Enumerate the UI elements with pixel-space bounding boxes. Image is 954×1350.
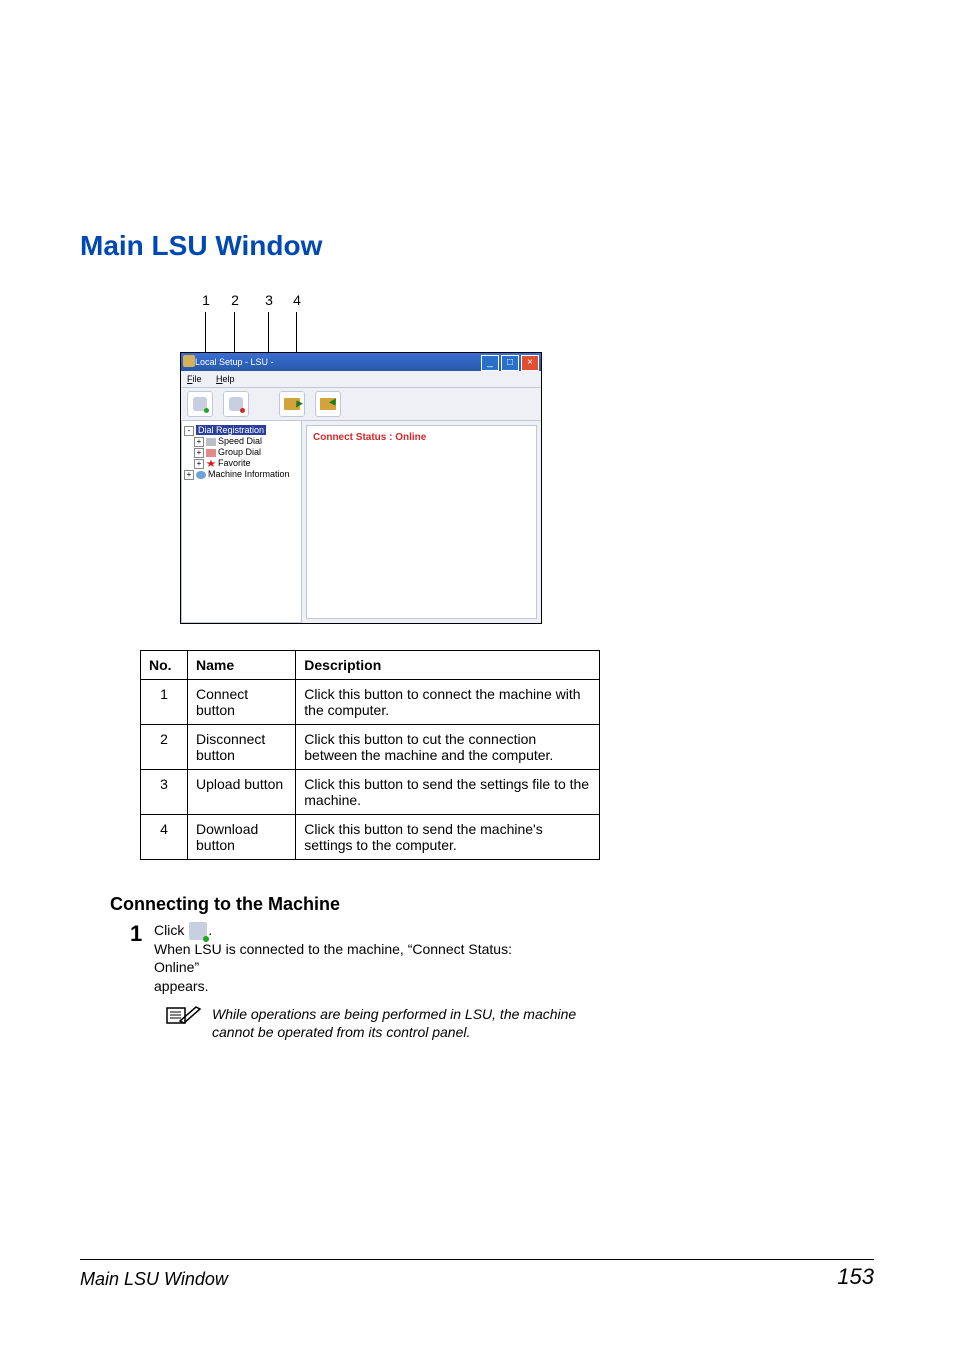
disconnect-button[interactable] (223, 391, 249, 417)
tree-pane: -Dial Registration + Speed Dial + Group Di… (181, 421, 302, 623)
download-button[interactable] (315, 391, 341, 417)
cell-name: Disconnect button (188, 725, 296, 770)
page-footer: Main LSU Window 153 (80, 1259, 874, 1290)
connect-icon (189, 922, 207, 940)
cell-name: Download button (188, 815, 296, 860)
tree-item-favorite[interactable]: Favorite (218, 458, 251, 468)
step-text-pre: Click (154, 922, 188, 938)
close-button[interactable]: × (521, 355, 539, 371)
maximize-button[interactable]: □ (501, 355, 519, 371)
callout-3: 3 (264, 292, 274, 308)
figure: 1 2 3 4 Local Setup - LSU - _ □ × File H… (180, 292, 874, 624)
step-number: 1 (130, 921, 154, 995)
callout-4: 4 (292, 292, 302, 308)
col-header-desc: Description (296, 651, 600, 680)
footer-page-number: 153 (837, 1264, 874, 1290)
upload-button[interactable] (279, 391, 305, 417)
col-header-name: Name (188, 651, 296, 680)
step-text-line2b: appears. (154, 978, 208, 994)
tree-expand-icon[interactable]: + (184, 470, 194, 480)
col-header-no: No. (141, 651, 188, 680)
toolbar (181, 388, 541, 421)
tree-expand-icon[interactable]: + (194, 459, 204, 469)
callout-1: 1 (201, 292, 211, 308)
speed-dial-icon (206, 438, 216, 446)
cell-desc: Click this button to send the machine's … (296, 815, 600, 860)
cell-no: 3 (141, 770, 188, 815)
cell-name: Upload button (188, 770, 296, 815)
menu-help[interactable]: Help (210, 371, 241, 387)
note-text: While operations are being performed in … (212, 1005, 586, 1041)
footer-title: Main LSU Window (80, 1269, 228, 1290)
tree-item-speed-dial[interactable]: Speed Dial (218, 436, 262, 446)
cell-no: 2 (141, 725, 188, 770)
minimize-button[interactable]: _ (481, 355, 499, 371)
step-text-line2a: When LSU is connected to the machine, “C… (154, 941, 512, 975)
app-icon (183, 355, 195, 367)
callout-indicators: 1 2 3 4 (188, 292, 548, 352)
tree-item-machine-info[interactable]: Machine Information (208, 469, 290, 479)
menubar: File Help (181, 371, 541, 388)
step-text-post: . (208, 922, 212, 938)
cell-name: Connect button (188, 680, 296, 725)
step-1: 1 Click . When LSU is connected to the m… (130, 921, 874, 995)
section-heading: Main LSU Window (80, 230, 874, 262)
table-row: 3 Upload button Click this button to sen… (141, 770, 600, 815)
tree-root-dial-registration[interactable]: Dial Registration (196, 425, 266, 435)
table-row: 4 Download button Click this button to s… (141, 815, 600, 860)
connect-status-label: Connect Status : Online (313, 432, 530, 443)
callout-2: 2 (230, 292, 240, 308)
cell-desc: Click this button to cut the connection … (296, 725, 600, 770)
description-table: No. Name Description 1 Connect button Cl… (140, 650, 600, 860)
content-pane: Connect Status : Online (306, 425, 537, 619)
note: While operations are being performed in … (166, 1005, 586, 1041)
subsection-heading: Connecting to the Machine (110, 894, 874, 915)
cell-no: 4 (141, 815, 188, 860)
menu-file[interactable]: File (181, 371, 208, 387)
connect-button[interactable] (187, 391, 213, 417)
app-screenshot: Local Setup - LSU - _ □ × File Help -Dia… (180, 352, 542, 624)
cell-desc: Click this button to send the settings f… (296, 770, 600, 815)
group-dial-icon (206, 449, 216, 457)
table-row: 1 Connect button Click this button to co… (141, 680, 600, 725)
favorite-icon (206, 460, 216, 468)
window-title: Local Setup - LSU - (195, 357, 274, 367)
tree-item-group-dial[interactable]: Group Dial (218, 447, 261, 457)
window-titlebar: Local Setup - LSU - _ □ × (181, 353, 541, 371)
tree-expand-icon[interactable]: + (194, 448, 204, 458)
tree-expand-icon[interactable]: - (184, 426, 194, 436)
note-icon (166, 1005, 202, 1041)
cell-no: 1 (141, 680, 188, 725)
cell-desc: Click this button to connect the machine… (296, 680, 600, 725)
machine-info-icon (196, 471, 206, 479)
table-row: 2 Disconnect button Click this button to… (141, 725, 600, 770)
tree-expand-icon[interactable]: + (194, 437, 204, 447)
